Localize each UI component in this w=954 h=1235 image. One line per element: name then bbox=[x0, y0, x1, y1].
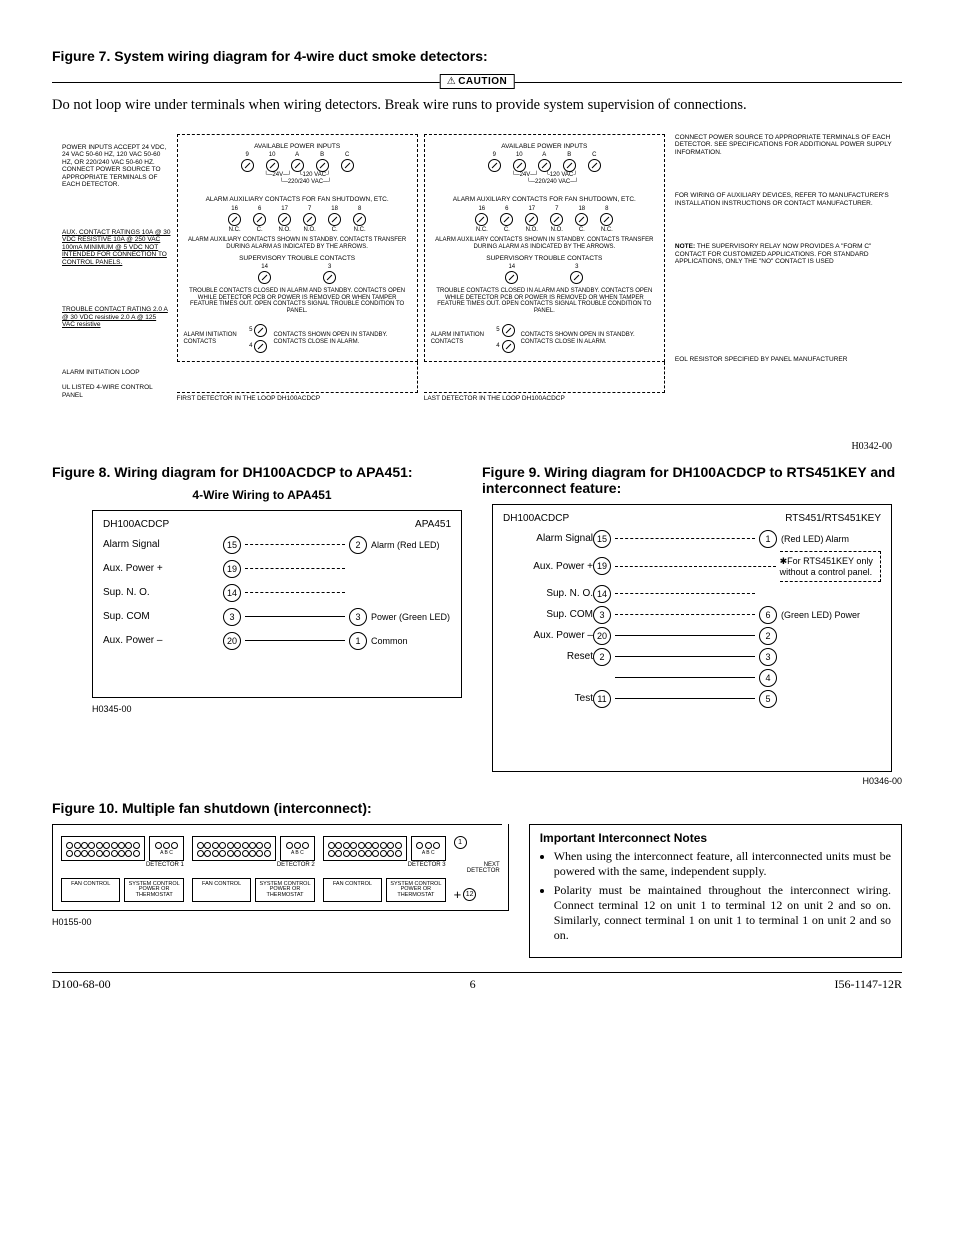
fig7-right-notes: CONNECT POWER SOURCE TO APPROPRIATE TERM… bbox=[671, 134, 892, 439]
figure-9-column: Figure 9. Wiring diagram for DH100ACDCP … bbox=[482, 464, 902, 786]
fig8-right-head: APA451 bbox=[415, 519, 451, 530]
alarm-init-note: CONTACTS SHOWN OPEN IN STANDBY. CONTACTS… bbox=[273, 332, 410, 346]
fig9-code: H0346-00 bbox=[482, 776, 902, 786]
wiring-row: Sup. N. O.14 bbox=[503, 585, 881, 603]
note-trouble-rating: TROUBLE CONTACT RATING 2.0 A @ 30 VDC re… bbox=[62, 306, 171, 328]
page-footer: D100-68-00 6 I56-1147-12R bbox=[52, 972, 902, 992]
wiring-row: Alarm Signal152Alarm (Red LED) bbox=[103, 536, 451, 554]
next-detector-label: NEXT DETECTOR bbox=[454, 862, 500, 874]
caution-divider: CAUTION bbox=[52, 82, 902, 83]
detector-unit: A B CDETECTOR 2FAN CONTROLSYSTEM CONTROL… bbox=[192, 836, 315, 903]
supervisory-note: TROUBLE CONTACTS CLOSED IN ALARM AND STA… bbox=[186, 288, 409, 314]
fig7-left-notes: POWER INPUTS ACCEPT 24 VDC, 24 VAC 50-60… bbox=[62, 134, 171, 439]
wiring-row: Sup. N. O.14 bbox=[103, 584, 451, 602]
note-aux-wiring: FOR WIRING OF AUXILIARY DEVICES, REFER T… bbox=[675, 192, 892, 207]
fig9-right-head: RTS451/RTS451KEY bbox=[785, 513, 881, 524]
note-eol-resistor: EOL RESISTOR SPECIFIED BY PANEL MANUFACT… bbox=[675, 356, 892, 363]
wiring-row: Reset23 bbox=[503, 648, 881, 666]
interconnect-note-1: When using the interconnect feature, all… bbox=[554, 849, 891, 879]
note-supervisory-relay: NOTE: THE SUPERVISORY RELAY NOW PROVIDES… bbox=[675, 243, 892, 265]
note-alarm-loop: ALARM INITIATION LOOP bbox=[62, 369, 171, 376]
detector-unit: A B CDETECTOR 1FAN CONTROLSYSTEM CONTROL… bbox=[61, 836, 184, 903]
interconnect-note-2: Polarity must be maintained throughout t… bbox=[554, 883, 891, 943]
note-power-inputs: POWER INPUTS ACCEPT 24 VDC, 24 VAC 50-60… bbox=[62, 144, 171, 189]
footer-left: D100-68-00 bbox=[52, 977, 111, 992]
fig7-code: H0342-00 bbox=[62, 441, 892, 452]
wiring-row: Aux. Power +19✱For RTS451KEY only withou… bbox=[503, 551, 881, 582]
figure-7-title: Figure 7. System wiring diagram for 4-wi… bbox=[52, 48, 902, 64]
figure-8-diagram: DH100ACDCP APA451 Alarm Signal152Alarm (… bbox=[92, 510, 462, 698]
figure-10-diagram: A B CDETECTOR 1FAN CONTROLSYSTEM CONTROL… bbox=[52, 824, 509, 928]
wiring-row: Aux. Power +19 bbox=[103, 560, 451, 578]
first-detector-footer: FIRST DETECTOR IN THE LOOP DH100ACDCP bbox=[177, 395, 418, 402]
interconnect-pin-1: 1 bbox=[454, 836, 467, 849]
figure-10-title: Figure 10. Multiple fan shutdown (interc… bbox=[52, 800, 902, 816]
interconnect-pin-12: 12 bbox=[463, 888, 476, 901]
fig7-last-detector: AVAILABLE POWER INPUTS 9 10 A B C └─24V─… bbox=[424, 134, 665, 439]
alarm-aux-note: ALARM AUXILIARY CONTACTS SHOWN IN STANDB… bbox=[186, 237, 409, 250]
note-control-panel: UL LISTED 4-WIRE CONTROL PANEL bbox=[62, 384, 171, 399]
power-inputs-title: AVAILABLE POWER INPUTS bbox=[184, 143, 411, 150]
footer-page-number: 6 bbox=[470, 977, 476, 992]
supervisory-title: SUPERVISORY TROUBLE CONTACTS bbox=[184, 255, 411, 262]
fig9-left-head: DH100ACDCP bbox=[503, 513, 569, 524]
wiring-row: Sup. COM33Power (Green LED) bbox=[103, 608, 451, 626]
fig7-first-detector: AVAILABLE POWER INPUTS 9 10 A B C └─24V─… bbox=[177, 134, 418, 439]
detector-unit: A B CDETECTOR 3FAN CONTROLSYSTEM CONTROL… bbox=[323, 836, 446, 903]
alarm-aux-title: ALARM AUXILIARY CONTACTS FOR FAN SHUTDOW… bbox=[184, 196, 411, 203]
figure-9-diagram: DH100ACDCP RTS451/RTS451KEY Alarm Signal… bbox=[492, 504, 892, 772]
figure-8-subtitle: 4-Wire Wiring to APA451 bbox=[52, 488, 472, 502]
footer-right: I56-1147-12R bbox=[834, 977, 902, 992]
caution-text: Do not loop wire under terminals when wi… bbox=[52, 97, 902, 114]
fig8-code: H0345-00 bbox=[92, 704, 472, 714]
alarm-init-label: ALARM INITIATION CONTACTS bbox=[184, 332, 244, 346]
note-connect-power: CONNECT POWER SOURCE TO APPROPRIATE TERM… bbox=[675, 134, 892, 156]
wiring-row: Aux. Power –201Common bbox=[103, 632, 451, 650]
wiring-row: Alarm Signal151(Red LED) Alarm bbox=[503, 530, 881, 548]
wiring-row: Test115 bbox=[503, 690, 881, 708]
caution-label: CAUTION bbox=[440, 74, 515, 89]
figure-7-diagram: POWER INPUTS ACCEPT 24 VDC, 24 VAC 50-60… bbox=[52, 124, 902, 458]
interconnect-notes-title: Important Interconnect Notes bbox=[540, 831, 891, 845]
figure-8-column: Figure 8. Wiring diagram for DH100ACDCP … bbox=[52, 464, 472, 786]
wiring-row: Sup. COM36(Green LED) Power bbox=[503, 606, 881, 624]
fig8-left-head: DH100ACDCP bbox=[103, 519, 169, 530]
figure-9-title: Figure 9. Wiring diagram for DH100ACDCP … bbox=[482, 464, 902, 496]
figure-8-title: Figure 8. Wiring diagram for DH100ACDCP … bbox=[52, 464, 472, 480]
note-aux-ratings: AUX. CONTACT RATINGS 10A @ 30 VDC RESIST… bbox=[62, 229, 171, 266]
wiring-row: 4 bbox=[503, 669, 881, 687]
wiring-row: Aux. Power –202 bbox=[503, 627, 881, 645]
last-detector-footer: LAST DETECTOR IN THE LOOP DH100ACDCP bbox=[424, 395, 665, 402]
fig10-code: H0155-00 bbox=[52, 917, 509, 927]
interconnect-notes-box: Important Interconnect Notes When using … bbox=[529, 824, 902, 958]
